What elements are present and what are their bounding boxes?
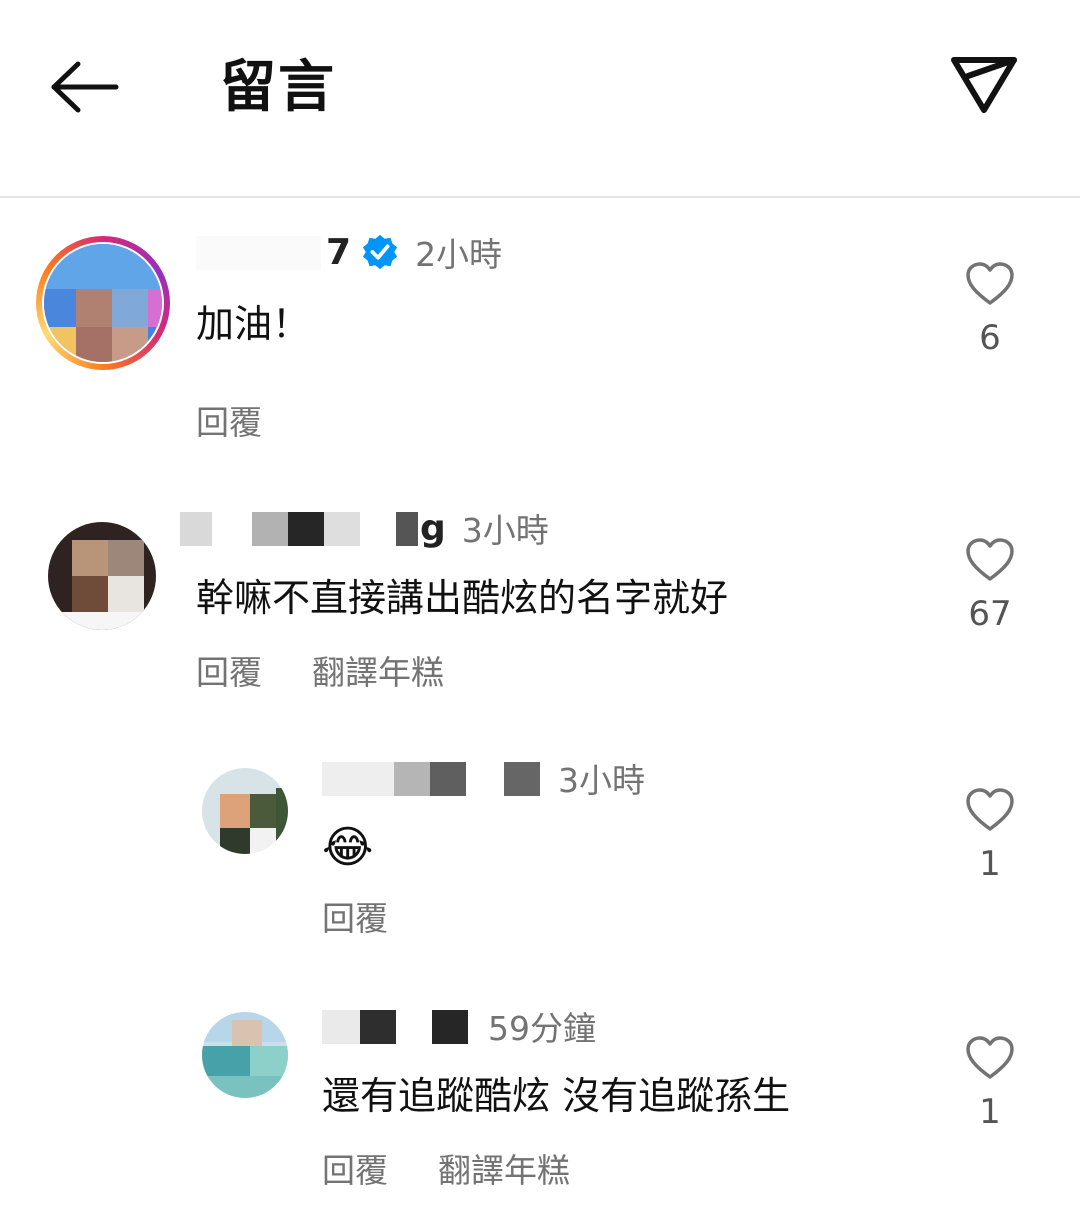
share-button[interactable] xyxy=(944,46,1024,126)
page-title: 留言 xyxy=(220,55,336,120)
reply-button[interactable]: 回覆 xyxy=(322,1144,388,1192)
heart-icon[interactable] xyxy=(965,538,1015,582)
heart-icon[interactable] xyxy=(965,262,1015,306)
username[interactable] xyxy=(322,1006,472,1046)
comment-time: 59分鐘 xyxy=(488,1009,596,1048)
comment-item: 7 2小時 加油！ 回覆 6 xyxy=(0,200,1080,470)
comment-text: 加油！ xyxy=(196,302,311,346)
paper-plane-icon xyxy=(951,57,1017,113)
comment-time: 3小時 xyxy=(461,511,549,550)
heart-icon[interactable] xyxy=(965,788,1015,832)
username[interactable] xyxy=(196,232,326,272)
username[interactable] xyxy=(322,758,542,798)
header-bar: 留言 xyxy=(0,0,1080,198)
avatar[interactable] xyxy=(48,522,156,630)
like-count: 67 xyxy=(968,594,1012,634)
reply-button[interactable]: 回覆 xyxy=(196,646,262,694)
avatar[interactable] xyxy=(44,244,162,362)
arrow-left-icon xyxy=(51,61,119,113)
comment-text: 還有追蹤酷炫 沒有追蹤孫生 xyxy=(322,1074,791,1118)
username-visible: g xyxy=(420,507,446,549)
translate-button[interactable]: 翻譯年糕 xyxy=(312,646,444,694)
username-visible: 7 xyxy=(326,231,352,273)
comment-text: 😂 xyxy=(322,822,374,873)
reply-item: 07 3小時 😂 回覆 1 xyxy=(0,740,1080,980)
like-count: 6 xyxy=(979,318,1001,358)
translate-button[interactable]: 翻譯年糕 xyxy=(438,1144,570,1192)
comment-text: 幹嘛不直接講出酷炫的名字就好 xyxy=(196,576,729,620)
like-count: 1 xyxy=(979,1092,1001,1132)
like-count: 1 xyxy=(979,844,1001,884)
back-button[interactable] xyxy=(44,52,124,122)
comment-time: 2小時 xyxy=(415,235,503,274)
reply-button[interactable]: 回覆 xyxy=(196,396,262,444)
comment-item: g 3小時 幹嘛不直接講出酷炫的名字就好 回覆 翻譯年糕 67 xyxy=(0,490,1080,740)
heart-icon[interactable] xyxy=(965,1036,1015,1080)
username[interactable] xyxy=(180,508,420,548)
reply-button[interactable]: 回覆 xyxy=(322,892,388,940)
comment-time: 3小時 xyxy=(558,761,645,800)
reply-item: 59分鐘 還有追蹤酷炫 沒有追蹤孫生 回覆 翻譯年糕 1 xyxy=(0,990,1080,1220)
avatar[interactable] xyxy=(202,1012,288,1098)
avatar[interactable] xyxy=(202,768,288,854)
verified-badge-icon xyxy=(362,234,398,270)
